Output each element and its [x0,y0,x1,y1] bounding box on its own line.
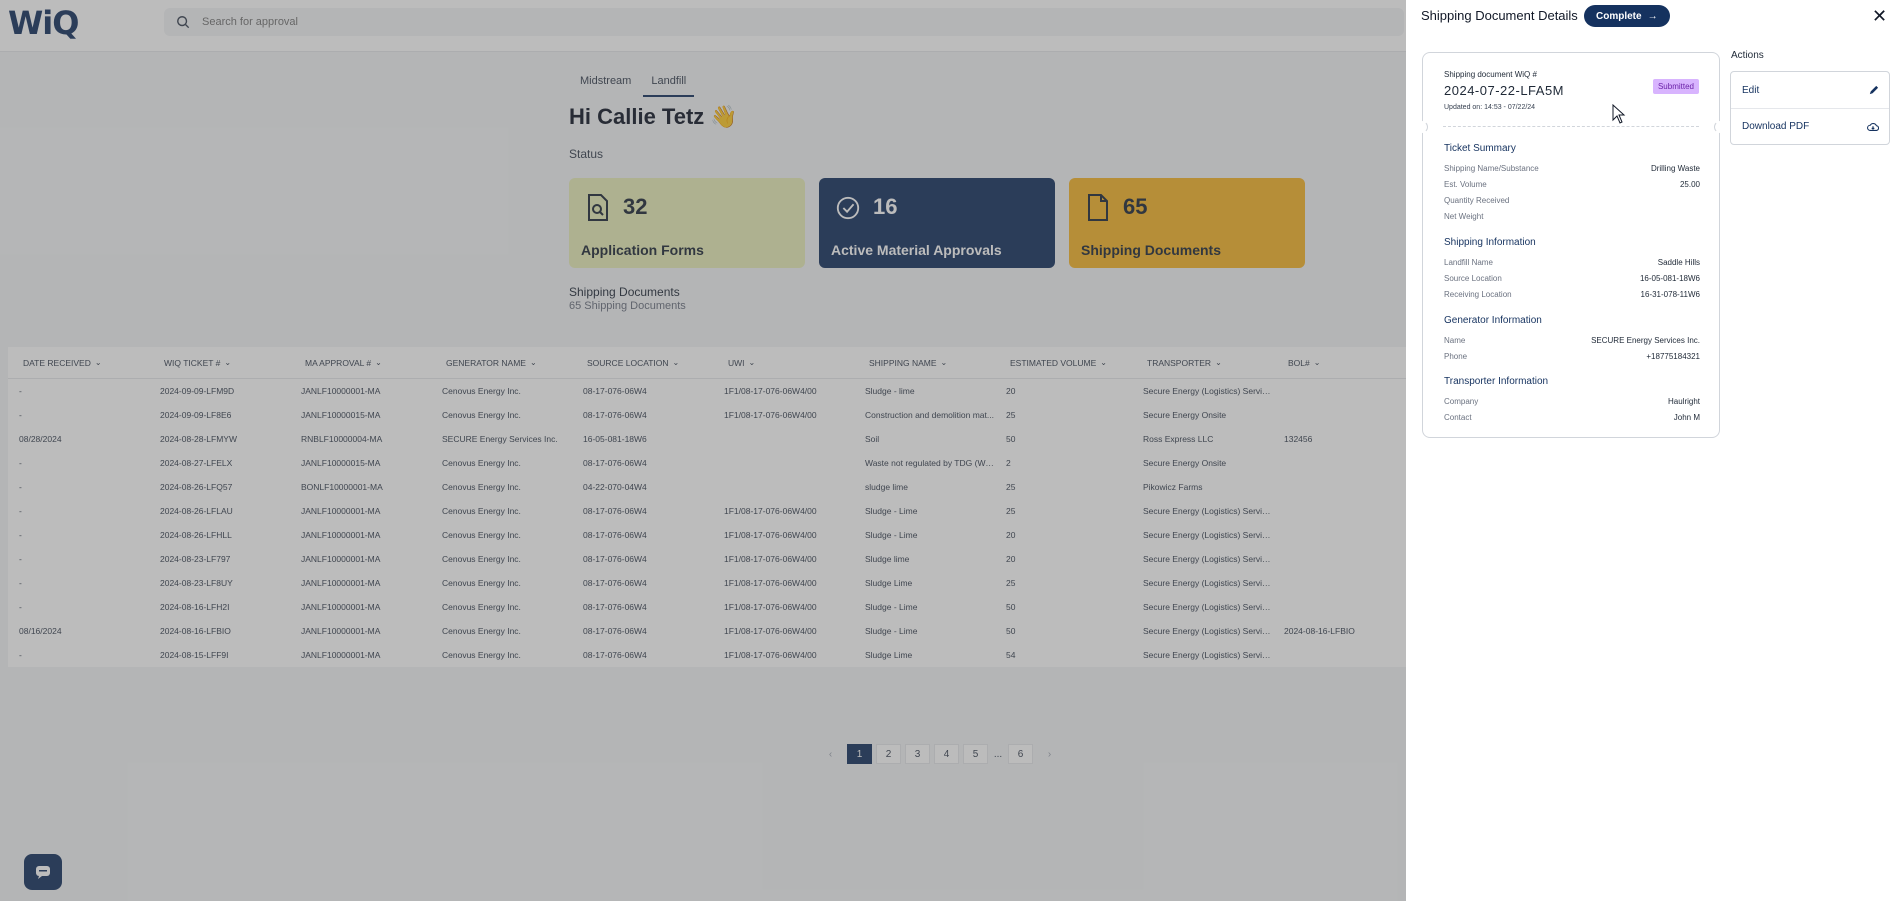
kv-key: Net Weight [1444,211,1484,221]
mouse-cursor-icon [1612,104,1626,124]
kv-value: 16-31-078-11W6 [1640,289,1700,299]
modal-backdrop[interactable] [0,0,1406,901]
download-pdf-action[interactable]: Download PDF [1731,108,1889,144]
kv-key: Est. Volume [1444,179,1487,189]
shipping-document-details-panel: Shipping Document Details Complete → ✕ S… [1406,0,1901,901]
transporter-information-section: Transporter Information Company Haulright… [1444,376,1700,425]
kv-row: Landfill Name Saddle Hills [1444,254,1700,270]
section-title: Ticket Summary [1444,143,1516,154]
kv-row: Name SECURE Energy Services Inc. [1444,332,1700,348]
kv-key: Landfill Name [1444,257,1493,267]
kv-row: Phone +18775184321 [1444,348,1700,364]
kv-row: Shipping Name/Substance Drilling Waste [1444,160,1700,176]
edit-action[interactable]: Edit [1731,72,1889,108]
cloud-download-icon [1867,122,1879,131]
kv-row: Contact John M [1444,409,1700,425]
kv-key: Receiving Location [1444,289,1512,299]
kv-row: Receiving Location 16-31-078-11W6 [1444,286,1700,302]
panel-title: Shipping Document Details [1421,8,1578,23]
section-title: Generator Information [1444,315,1542,326]
ticket-divider [1443,126,1699,127]
kv-value: 16-05-081-18W6 [1639,273,1700,283]
kv-value: 25.00 [1679,179,1700,189]
actions-box: Edit Download PDF [1730,71,1890,145]
actions-label: Actions [1731,50,1764,61]
complete-button-label: Complete [1596,10,1642,22]
edit-label: Edit [1742,84,1760,96]
kv-row: Net Weight [1444,208,1700,224]
kv-row: Company Haulright [1444,393,1700,409]
doc-number-label: Shipping document WiQ # [1444,70,1537,79]
kv-value: SECURE Energy Services Inc. [1591,335,1700,345]
download-pdf-label: Download PDF [1742,121,1810,132]
kv-row: Quantity Received [1444,192,1700,208]
kv-value: John M [1673,412,1700,422]
ticket-card: Shipping document WiQ # 2024-07-22-LFA5M… [1416,52,1726,438]
status-badge: Submitted [1652,79,1699,94]
arrow-right-icon: → [1647,10,1658,22]
generator-information-section: Generator Information Name SECURE Energy … [1444,315,1700,364]
section-title: Shipping Information [1444,237,1536,248]
kv-value: Drilling Waste [1650,163,1700,173]
ticket-summary-section: Ticket Summary Shipping Name/Substance Dr… [1444,143,1700,224]
doc-number: 2024-07-22-LFA5M [1444,83,1565,98]
kv-row: Source Location 16-05-081-18W6 [1444,270,1700,286]
shipping-information-section: Shipping Information Landfill Name Saddle… [1444,237,1700,302]
kv-key: Quantity Received [1444,195,1510,205]
updated-timestamp: Updated on: 14:53 - 07/22/24 [1444,104,1536,111]
kv-value: Saddle Hills [1657,257,1700,267]
kv-value: +18775184321 [1646,351,1700,361]
kv-key: Contact [1444,412,1472,422]
close-icon[interactable]: ✕ [1872,6,1887,27]
ticket-notch-right [1714,121,1726,133]
kv-key: Company [1444,396,1479,406]
kv-key: Shipping Name/Substance [1444,163,1539,173]
kv-row: Est. Volume 25.00 [1444,176,1700,192]
kv-key: Source Location [1444,273,1502,283]
kv-value: Haulright [1667,396,1700,406]
ticket-notch-left [1416,121,1428,133]
complete-button[interactable]: Complete → [1584,5,1670,27]
kv-key: Name [1444,335,1466,345]
pencil-icon [1869,85,1879,94]
kv-key: Phone [1444,351,1468,361]
section-title: Transporter Information [1444,376,1549,387]
